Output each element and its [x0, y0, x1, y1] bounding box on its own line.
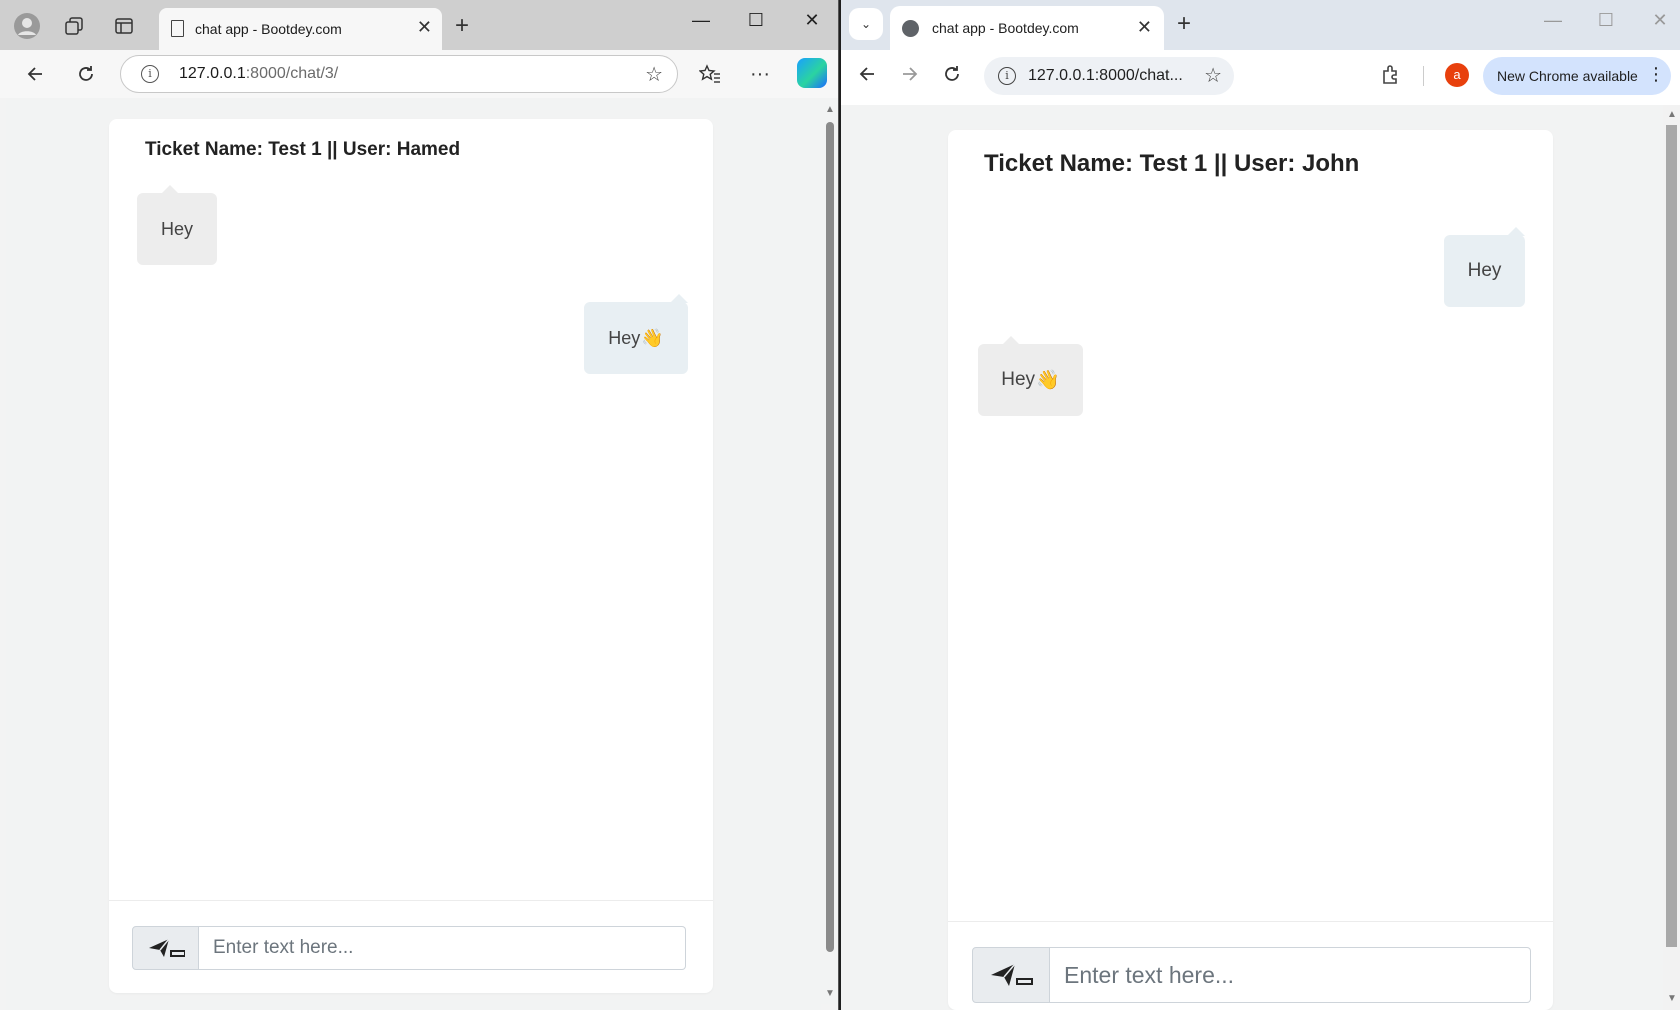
favorites-icon[interactable] — [695, 60, 725, 88]
back-icon[interactable] — [20, 60, 50, 88]
scrollbar-thumb[interactable] — [1666, 125, 1677, 947]
chrome-active-tab[interactable]: chat app - Bootdey.com ✕ — [890, 6, 1164, 50]
more-options-icon[interactable]: ··· — [745, 60, 775, 88]
chrome-tab-title: chat app - Bootdey.com — [932, 20, 1079, 36]
scroll-up-icon[interactable]: ▲ — [825, 104, 835, 115]
edge-toolbar: i 127.0.0.1:8000/chat/3/ ☆ ··· — [0, 50, 838, 98]
reload-icon[interactable] — [71, 60, 101, 88]
tab-search-icon[interactable]: ⌄ — [849, 8, 883, 40]
message-input[interactable] — [1050, 947, 1531, 1003]
vertical-tabs-icon[interactable] — [108, 10, 140, 42]
edge-window: chat app - Bootdey.com ✕ + — ☐ ✕ i 127.0… — [0, 0, 839, 1010]
maximize-icon[interactable]: ☐ — [1591, 10, 1621, 31]
send-button[interactable] — [132, 926, 199, 970]
chat-footer — [109, 900, 713, 993]
edge-active-tab[interactable]: chat app - Bootdey.com ✕ — [159, 8, 442, 50]
menu-dots-icon[interactable]: ⋮ — [1647, 64, 1665, 85]
forward-icon[interactable] — [895, 60, 925, 88]
chrome-toolbar: i 127.0.0.1:8000/chat... ☆ a New Chrome … — [841, 50, 1680, 105]
chrome-address-bar[interactable]: i 127.0.0.1:8000/chat... ☆ — [984, 57, 1234, 95]
extensions-icon[interactable] — [1379, 64, 1403, 88]
back-icon[interactable] — [852, 60, 882, 88]
info-icon[interactable]: i — [141, 65, 159, 83]
toolbar-divider — [1423, 66, 1424, 86]
globe-icon — [902, 20, 919, 37]
chat-card: Ticket Name: Test 1 || User: Hamed Hey H… — [109, 119, 713, 993]
favorite-star-icon[interactable]: ☆ — [645, 62, 663, 87]
new-chrome-available-button[interactable]: New Chrome available ⋮ — [1483, 57, 1671, 95]
waving-hand-icon: 👋 — [641, 327, 664, 348]
minimize-icon[interactable]: — — [686, 10, 716, 31]
edge-tab-bar: chat app - Bootdey.com ✕ + — ☐ ✕ — [0, 0, 838, 50]
message-input-group — [132, 926, 686, 970]
update-label: New Chrome available — [1497, 68, 1638, 84]
close-tab-icon[interactable]: ✕ — [1137, 17, 1152, 38]
message-text: Hey — [608, 327, 641, 348]
message-bubble-right: Hey — [1444, 227, 1525, 307]
waving-hand-icon: 👋 — [1036, 370, 1060, 391]
workspaces-icon[interactable] — [58, 10, 90, 42]
edge-scrollbar[interactable]: ▲ ▼ — [821, 98, 838, 1004]
bookmark-star-icon[interactable]: ☆ — [1204, 63, 1222, 88]
document-icon — [171, 20, 184, 37]
reload-icon[interactable] — [937, 60, 967, 88]
url-path: :8000/chat/3/ — [245, 65, 339, 82]
chrome-page-content: Ticket Name: Test 1 || User: John Hey He… — [841, 105, 1663, 1010]
scroll-down-icon[interactable]: ▼ — [1667, 993, 1677, 1004]
edge-address-bar[interactable]: i 127.0.0.1:8000/chat/3/ ☆ — [120, 55, 678, 93]
message-bubble-left: Hey — [137, 185, 217, 265]
new-tab-icon[interactable]: + — [1177, 10, 1191, 38]
chat-title: Ticket Name: Test 1 || User: Hamed — [145, 139, 461, 160]
chrome-window: ⌄ chat app - Bootdey.com ✕ + — ☐ ✕ i 127… — [841, 0, 1680, 1010]
chrome-tab-bar: ⌄ chat app - Bootdey.com ✕ + — ☐ ✕ — [841, 0, 1680, 50]
message-bubble-right: Hey 👋 — [584, 294, 688, 374]
bubble-tail — [1507, 227, 1525, 236]
bubble-tail — [670, 294, 688, 303]
bubble-tail — [161, 185, 179, 194]
message-bubble-left: Hey 👋 — [978, 336, 1083, 416]
paper-plane-icon — [148, 938, 185, 957]
message-input-group — [972, 947, 1531, 1003]
info-icon[interactable]: i — [998, 67, 1016, 85]
scroll-down-icon[interactable]: ▼ — [825, 988, 835, 999]
edge-page-content: Ticket Name: Test 1 || User: Hamed Hey H… — [6, 98, 821, 1010]
send-button[interactable] — [972, 947, 1050, 1003]
maximize-icon[interactable]: ☐ — [741, 10, 771, 31]
scrollbar-thumb[interactable] — [826, 122, 834, 952]
chat-card: Ticket Name: Test 1 || User: John Hey He… — [948, 130, 1553, 1010]
message-text: Hey — [1001, 369, 1036, 390]
profile-avatar[interactable]: a — [1445, 63, 1469, 87]
message-input[interactable] — [199, 926, 686, 970]
url-text: 127.0.0.1:8000/chat... — [1028, 67, 1183, 84]
chat-footer — [948, 921, 1553, 1010]
edge-tab-title: chat app - Bootdey.com — [195, 21, 342, 37]
bubble-tail — [1002, 336, 1020, 345]
scroll-up-icon[interactable]: ▲ — [1667, 109, 1677, 120]
copilot-icon[interactable] — [797, 58, 827, 88]
chat-title: Ticket Name: Test 1 || User: John — [984, 150, 1360, 177]
chrome-scrollbar[interactable]: ▲ ▼ — [1663, 105, 1680, 1010]
close-window-icon[interactable]: ✕ — [797, 10, 827, 31]
message-text: Hey — [1467, 260, 1502, 281]
close-window-icon[interactable]: ✕ — [1645, 10, 1675, 31]
close-tab-icon[interactable]: ✕ — [417, 17, 432, 38]
minimize-icon[interactable]: — — [1538, 10, 1568, 31]
url-host: 127.0.0.1 — [179, 65, 246, 82]
new-tab-icon[interactable]: + — [455, 12, 469, 40]
message-text: Hey — [160, 218, 193, 239]
profile-icon[interactable] — [11, 10, 43, 42]
paper-plane-icon — [991, 963, 1033, 986]
